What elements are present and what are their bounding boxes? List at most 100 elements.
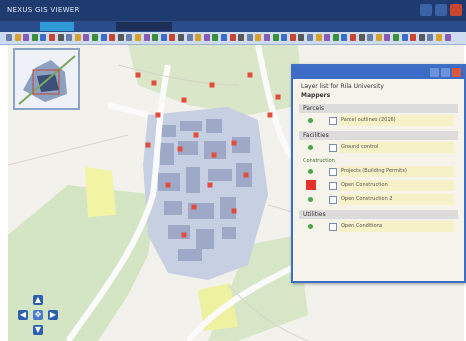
toolbar-button[interactable]	[393, 34, 399, 41]
toolbar-button[interactable]	[100, 34, 107, 41]
pan-down-button[interactable]: ▼	[33, 325, 43, 335]
toolbar-button[interactable]	[350, 34, 356, 41]
toolbar-button[interactable]	[410, 34, 417, 41]
layer-group-header[interactable]: Utilities	[299, 210, 458, 219]
toolbar-button[interactable]	[160, 34, 167, 41]
toolbar-button[interactable]	[92, 34, 98, 41]
map-point-marker	[191, 204, 197, 210]
layer-visibility-checkbox[interactable]	[329, 144, 337, 152]
map-point-marker	[177, 146, 183, 152]
toolbar-button[interactable]	[384, 34, 391, 41]
dialog-maximize-button[interactable]	[441, 68, 450, 77]
map-point-marker	[231, 140, 237, 146]
toolbar-button[interactable]	[6, 34, 12, 41]
dialog-close-button[interactable]	[452, 68, 461, 77]
toolbar-button[interactable]	[212, 34, 219, 41]
menu-item[interactable]	[116, 22, 172, 31]
toolbar-button[interactable]	[264, 34, 270, 41]
pan-up-button[interactable]: ▲	[33, 295, 43, 305]
map-point-marker	[135, 72, 141, 78]
toolbar-button[interactable]	[298, 34, 305, 41]
pan-left-button[interactable]: ◀	[18, 310, 28, 320]
layer-visibility-checkbox[interactable]	[329, 117, 337, 125]
toolbar-button[interactable]	[341, 34, 348, 41]
toolbar-button[interactable]	[444, 34, 451, 41]
pan-center-button[interactable]: ✥	[33, 310, 43, 320]
toolbar-button[interactable]	[307, 34, 313, 41]
layer-symbol-green-dot-icon	[308, 118, 313, 123]
map-point-marker	[247, 72, 253, 78]
toolbar-button[interactable]	[255, 34, 262, 41]
toolbar-button[interactable]	[229, 34, 236, 41]
toolbar-button[interactable]	[315, 34, 322, 41]
toolbar-button[interactable]	[238, 34, 245, 41]
layer-visibility-checkbox[interactable]	[329, 182, 337, 190]
layer-label: Open Conditions	[339, 221, 454, 232]
toolbar-button[interactable]	[221, 34, 227, 41]
toolbar-button[interactable]	[126, 34, 133, 41]
toolbar-button[interactable]	[49, 34, 55, 41]
menu-item-active[interactable]	[40, 22, 74, 31]
toolbar-button[interactable]	[418, 34, 425, 41]
toolbar-button[interactable]	[195, 34, 202, 41]
map-point-marker	[231, 208, 237, 214]
layer-row: Parcel outlines (2016)	[307, 115, 458, 126]
toolbar-button[interactable]	[401, 34, 408, 41]
layer-label: Open Construction 2	[339, 194, 454, 205]
toolbar-button[interactable]	[117, 34, 124, 41]
gis-viewer-window: NEXUS GIS VIEWER ▲ ◀ ✥ ▶ ▼ Layer list fo…	[0, 0, 466, 341]
window-title: NEXUS GIS VIEWER	[7, 6, 80, 14]
toolbar-button[interactable]	[358, 34, 365, 41]
layer-group-subheading: Construction	[303, 158, 335, 164]
toolbar-button[interactable]	[367, 34, 374, 41]
layer-symbol-green-dot-icon	[308, 224, 313, 229]
toolbar-button[interactable]	[178, 34, 184, 41]
menu-item[interactable]	[80, 22, 110, 31]
toolbar-button[interactable]	[14, 34, 21, 41]
maximize-button[interactable]	[435, 4, 447, 16]
toolbar-button[interactable]	[74, 34, 81, 41]
toolbar-button[interactable]	[66, 34, 73, 41]
layer-group-header[interactable]: Parcels	[299, 104, 458, 113]
toolbar-button[interactable]	[31, 34, 38, 41]
toolbar-button[interactable]	[186, 34, 193, 41]
layer-list-heading: Layer list for Rila University	[301, 83, 384, 90]
layer-row: Open Conditions	[307, 221, 458, 232]
toolbar-button[interactable]	[57, 34, 64, 41]
layer-visibility-checkbox[interactable]	[329, 223, 337, 231]
layer-list-dialog: Layer list for Rila University Mappers Par…	[291, 64, 466, 283]
layer-group-header[interactable]: Facilities	[299, 131, 458, 140]
dialog-title-bar[interactable]	[293, 66, 464, 79]
toolbar-button[interactable]	[23, 34, 30, 41]
layer-label: Open Construction	[339, 180, 454, 191]
layer-visibility-checkbox[interactable]	[329, 168, 337, 176]
overview-map[interactable]	[13, 48, 80, 110]
toolbar-button[interactable]	[332, 34, 339, 41]
toolbar-button[interactable]	[324, 34, 331, 41]
layer-label: Ground control	[339, 142, 454, 153]
toolbar-button[interactable]	[281, 34, 288, 41]
toolbar-button[interactable]	[203, 34, 210, 41]
toolbar-button[interactable]	[246, 34, 253, 41]
toolbar-button[interactable]	[83, 34, 90, 41]
dialog-minimize-button[interactable]	[430, 68, 439, 77]
toolbar-button[interactable]	[135, 34, 141, 41]
toolbar-button[interactable]	[169, 34, 176, 41]
toolbar-button[interactable]	[272, 34, 279, 41]
close-button[interactable]	[450, 4, 462, 16]
toolbar-button[interactable]	[152, 34, 159, 41]
toolbar-button[interactable]	[40, 34, 47, 41]
pan-right-button[interactable]: ▶	[48, 310, 58, 320]
map-point-marker	[165, 182, 171, 188]
layer-list-subheading: Mappers	[301, 92, 331, 99]
map-navigator: ▲ ◀ ✥ ▶ ▼	[18, 295, 58, 335]
layer-visibility-checkbox[interactable]	[329, 196, 337, 204]
minimize-button[interactable]	[420, 4, 432, 16]
menu-item[interactable]	[6, 22, 36, 31]
toolbar-button[interactable]	[109, 34, 116, 41]
toolbar-button[interactable]	[375, 34, 382, 41]
toolbar-button[interactable]	[143, 34, 150, 41]
toolbar-button[interactable]	[436, 34, 442, 41]
toolbar-button[interactable]	[427, 34, 434, 41]
toolbar-button[interactable]	[289, 34, 296, 41]
